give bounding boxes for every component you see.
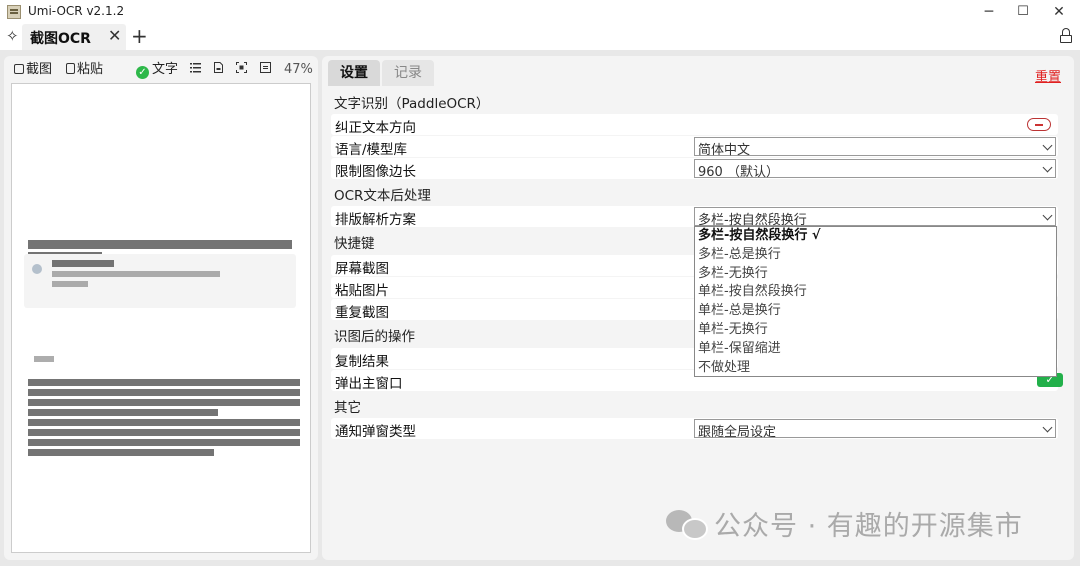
layout-option[interactable]: 单栏-总是换行	[695, 302, 1056, 321]
language-select[interactable]: 简体中文	[694, 137, 1056, 158]
lock-icon[interactable]	[1060, 28, 1072, 44]
text-toggle-label: 文字	[152, 62, 179, 77]
window-title: Umi-OCR v2.1.2	[28, 4, 125, 18]
screenshot-label: 截图	[26, 62, 53, 77]
limit-side-select[interactable]: 960 （默认）	[694, 159, 1056, 180]
check-icon: ✓	[136, 66, 149, 79]
correct-orientation-toggle[interactable]	[1027, 118, 1051, 131]
layout-option[interactable]: 不做处理	[695, 359, 1056, 378]
section-ocr: 文字识别（PaddleOCR）	[334, 96, 490, 112]
ocr-text-line	[28, 240, 292, 249]
section-other: 其它	[334, 400, 361, 416]
add-tab-icon[interactable]: +	[131, 24, 148, 48]
popup-window-label: 弹出主窗口	[335, 376, 403, 392]
correct-orientation-label: 纠正文本方向	[335, 120, 416, 136]
row-notify-type: 通知弹窗类型 跟随全局设定	[331, 418, 1058, 440]
screenshot-button[interactable]: 截图	[14, 60, 52, 80]
image-preview[interactable]	[11, 83, 311, 553]
row-language: 语言/模型库 简体中文	[331, 136, 1058, 158]
copy-result-label: 复制结果	[335, 354, 389, 370]
image-panel: 截图 粘贴 ✓ 文字 47%	[4, 56, 318, 560]
section-hotkeys: 快捷键	[334, 236, 375, 252]
paste-button[interactable]: 粘贴	[66, 60, 103, 80]
paste-label: 粘贴	[77, 62, 104, 77]
tab-close-icon[interactable]: ✕	[108, 26, 121, 45]
ocr-text-line	[28, 409, 218, 416]
chevron-down-icon	[1042, 422, 1053, 433]
tab-bar: ✧ 截图OCR ✕ +	[0, 24, 1080, 50]
paste-image-label: 粘贴图片	[335, 283, 389, 299]
preview-card	[24, 254, 296, 308]
layout-label: 排版解析方案	[335, 212, 416, 228]
ocr-text-line	[28, 379, 300, 386]
limit-side-value: 960 （默认）	[698, 165, 779, 180]
layout-option[interactable]: 多栏-按自然段换行 √	[695, 227, 1056, 246]
notify-type-select[interactable]: 跟随全局设定	[694, 419, 1056, 440]
notify-type-label: 通知弹窗类型	[335, 424, 416, 440]
zoom-level: 47%	[284, 62, 313, 77]
watermark-text: 公众号 · 有趣的开源集市	[714, 511, 1023, 542]
tab-label: 截图OCR	[30, 31, 91, 47]
pin-icon[interactable]: ✧	[6, 27, 19, 45]
screenshot-icon	[14, 64, 24, 74]
tab-settings[interactable]: 设置	[328, 60, 380, 86]
layout-option[interactable]: 多栏-总是换行	[695, 246, 1056, 265]
repeat-capture-label: 重复截图	[335, 305, 389, 321]
limit-side-label: 限制图像边长	[335, 164, 416, 180]
row-limit-side: 限制图像边长 960 （默认）	[331, 158, 1058, 180]
layout-option[interactable]: 多栏-无换行	[695, 265, 1056, 284]
tab-screenshot-ocr[interactable]: 截图OCR ✕	[22, 24, 126, 50]
chevron-down-icon	[1042, 140, 1053, 151]
ocr-text-line	[28, 429, 300, 436]
layout-option[interactable]: 单栏-保留缩进	[695, 340, 1056, 359]
text-toggle[interactable]: ✓ 文字	[136, 60, 178, 80]
title-bar: Umi-OCR v2.1.2 ─ ☐ ✕	[0, 0, 1080, 24]
app-icon	[7, 5, 21, 19]
row-correct-orientation: 纠正文本方向	[331, 114, 1058, 136]
ocr-text-line	[28, 419, 300, 426]
section-post-processing: OCR文本后处理	[334, 188, 431, 204]
layout-select[interactable]: 多栏-按自然段换行	[694, 207, 1056, 228]
reset-link[interactable]: 重置	[1035, 66, 1061, 85]
chevron-down-icon	[1042, 162, 1053, 173]
watermark: 公众号 · 有趣的开源集市	[666, 504, 1023, 544]
ocr-text-line	[28, 389, 300, 396]
language-value: 简体中文	[698, 143, 751, 158]
language-label: 语言/模型库	[335, 142, 408, 158]
section-after-ocr: 识图后的操作	[334, 329, 415, 345]
card-avatar	[32, 264, 42, 274]
ocr-text-line	[34, 356, 54, 362]
row-layout: 排版解析方案 多栏-按自然段换行	[331, 206, 1058, 228]
layout-option[interactable]: 单栏-无换行	[695, 321, 1056, 340]
ocr-text-line	[28, 449, 214, 456]
grid-icon[interactable]	[260, 62, 271, 73]
close-button[interactable]: ✕	[1036, 0, 1080, 24]
ocr-text-line	[28, 439, 300, 446]
tab-records[interactable]: 记录	[382, 60, 434, 86]
doc-icon[interactable]	[213, 62, 224, 73]
chevron-down-icon	[1042, 210, 1053, 221]
ocr-text-line	[28, 399, 300, 406]
paste-icon	[66, 63, 75, 74]
layout-option[interactable]: 单栏-按自然段换行	[695, 283, 1056, 302]
notify-type-value: 跟随全局设定	[698, 425, 777, 440]
screen-capture-label: 屏幕截图	[335, 261, 389, 277]
wechat-icon	[666, 508, 708, 540]
list-icon[interactable]	[190, 62, 201, 73]
fit-icon[interactable]	[236, 62, 247, 73]
layout-dropdown-list: 多栏-按自然段换行 √ 多栏-总是换行 多栏-无换行 单栏-按自然段换行 单栏-…	[694, 226, 1057, 377]
